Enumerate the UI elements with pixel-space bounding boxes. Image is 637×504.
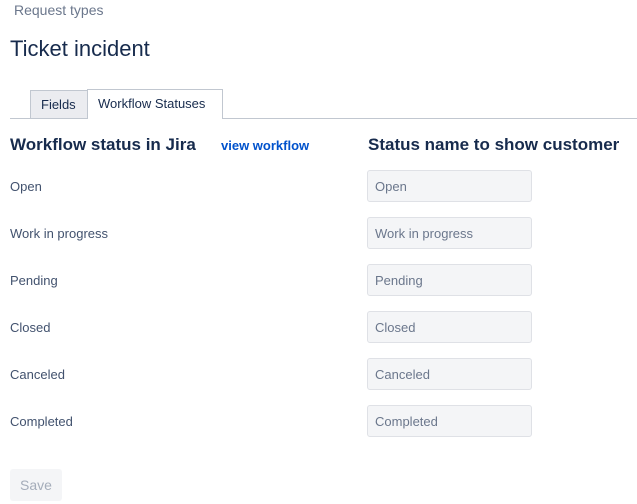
breadcrumb[interactable]: Request types bbox=[14, 1, 104, 19]
tab-bar: Fields Workflow Statuses bbox=[10, 89, 637, 119]
view-workflow-link[interactable]: view workflow bbox=[221, 137, 309, 154]
workflow-status-heading: Workflow status in Jira bbox=[10, 135, 196, 154]
status-input-closed[interactable] bbox=[367, 311, 532, 343]
page-title: Ticket incident bbox=[10, 36, 150, 61]
status-label-completed: Completed bbox=[10, 414, 73, 429]
status-input-canceled[interactable] bbox=[367, 358, 532, 390]
status-input-open[interactable] bbox=[367, 170, 532, 202]
status-input-pending[interactable] bbox=[367, 264, 532, 296]
status-label-open: Open bbox=[10, 179, 42, 194]
tab-workflow-statuses[interactable]: Workflow Statuses bbox=[87, 89, 223, 119]
status-label-closed: Closed bbox=[10, 320, 51, 335]
status-label-canceled: Canceled bbox=[10, 367, 65, 382]
tab-fields[interactable]: Fields bbox=[30, 90, 88, 118]
status-label-pending: Pending bbox=[10, 273, 58, 288]
status-label-work-in-progress: Work in progress bbox=[10, 226, 109, 241]
status-input-work-in-progress[interactable] bbox=[367, 217, 532, 249]
customer-status-heading: Status name to show customer bbox=[368, 135, 620, 154]
save-button[interactable]: Save bbox=[10, 469, 62, 501]
status-input-completed[interactable] bbox=[367, 405, 532, 437]
